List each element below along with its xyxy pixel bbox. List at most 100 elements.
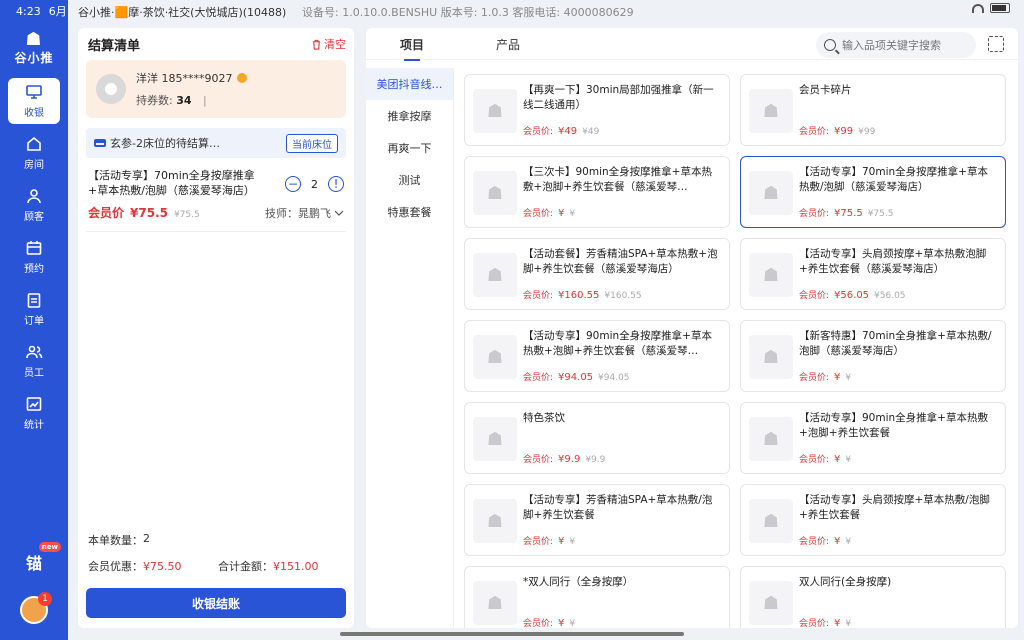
product-price: ¥	[834, 618, 841, 628]
nav-item-4[interactable]: 订单	[8, 286, 60, 332]
product-price: ¥94.05	[558, 372, 594, 383]
staff-icon	[26, 345, 43, 359]
member-price-label: 会员价:	[523, 127, 554, 137]
cart-item-name: 【活动专享】70min全身按摩推拿+草本热敷/泡脚（慈溪爱琴海店）	[88, 169, 255, 197]
nav-item-5[interactable]: 员工	[8, 338, 60, 384]
member-card[interactable]: 洋洋 185****9027 持券数: 34 |	[86, 60, 346, 118]
product-card[interactable]: ☗ 【活动专享】90min全身按摩推拿+草本热敷+泡脚+养生饮套餐（慈溪爱琴… 会员…	[464, 320, 730, 392]
product-name: 会员卡碎片	[799, 84, 852, 96]
product-card[interactable]: ☗ 特色茶饮 会员价: ¥9.9 ¥9.9	[464, 402, 730, 474]
product-card[interactable]: ☗ 【三次卡】90min全身按摩推拿+草本热敷+泡脚+养生饮套餐（慈溪爱琴… 会员价…	[464, 156, 730, 228]
promo-button[interactable]: 锚 new	[17, 542, 61, 576]
status-time: 4:23	[16, 4, 41, 18]
product-price: ¥	[558, 618, 565, 628]
product-original-price: ¥	[845, 537, 852, 547]
bed-icon	[94, 139, 106, 147]
product-card[interactable]: ☗ 【活动专享】90min全身推拿+草本热敷+泡脚+养生饮套餐 会员价: ¥ ¥	[740, 402, 1006, 474]
nav-item-label: 顾客	[24, 212, 44, 223]
increase-button[interactable]: !	[328, 176, 344, 192]
product-card[interactable]: ☗ 【再爽一下】30min局部加强推拿（新一线二线通用） 会员价: ¥49 ¥49	[464, 74, 730, 146]
category-item[interactable]: 特惠套餐	[366, 196, 453, 228]
current-bed-button[interactable]: 当前床位	[286, 133, 338, 153]
member-price-label: 会员价:	[799, 455, 830, 465]
product-placeholder-icon: ☗	[473, 171, 517, 215]
member-price-label: 会员价:	[799, 373, 830, 383]
product-original-price: ¥75.5	[867, 209, 894, 219]
status-bar: 4:23 6月 谷小推·🟧摩·茶饮·社交(大悦城店)(10488) 设备号: 1…	[0, 0, 1024, 22]
nav-item-3[interactable]: 预约	[8, 234, 60, 280]
nav-item-label: 预约	[24, 264, 44, 275]
product-price: ¥9.9	[558, 454, 581, 465]
product-placeholder-icon: ☗	[749, 171, 793, 215]
category-item[interactable]: 再爽一下	[366, 132, 453, 164]
device-info: 设备号: 1.0.10.0.BENSHU 版本号: 1.0.3 客服电话: 40…	[302, 6, 634, 19]
product-panel: 项目 产品 美团抖音线…推拿按摩再爽一下测试特惠套餐 ☗【再爽一下】30min局…	[366, 28, 1018, 628]
bed-text: 玄参-2床位的待结算…	[110, 137, 220, 150]
product-card[interactable]: ☗ 【新客特惠】70min全身推拿+草本热敷/泡脚（慈溪爱琴海店） 会员价: ¥ ¥	[740, 320, 1006, 392]
product-card[interactable]: ☗ 【活动专享】70min全身按摩推拿+草本热敷/泡脚（慈溪爱琴海店） 会员价: ¥…	[740, 156, 1006, 228]
nav-item-6[interactable]: 统计	[8, 390, 60, 436]
product-card[interactable]: ☗ *双人同行（全身按摩） 会员价: ¥ ¥	[464, 566, 730, 628]
product-original-price: ¥56.05	[874, 291, 906, 301]
logo-mark-icon: ☗	[25, 28, 43, 50]
nav-item-label: 收银	[24, 108, 44, 119]
product-price: ¥	[834, 454, 841, 465]
user-avatar[interactable]: 1	[20, 592, 52, 624]
cart-item: 【活动专享】70min全身按摩推拿+草本热敷/泡脚（慈溪爱琴海店） − 2 ! …	[88, 168, 344, 221]
product-placeholder-icon: ☗	[749, 581, 793, 625]
product-price: ¥	[558, 536, 565, 547]
checkout-pay-button[interactable]: 收银结账	[86, 588, 346, 618]
coupon-count: 34	[176, 94, 192, 107]
product-placeholder-icon: ☗	[473, 581, 517, 625]
category-item[interactable]: 美团抖音线…	[366, 68, 453, 100]
product-placeholder-icon: ☗	[473, 499, 517, 543]
member-price-label: 会员价:	[523, 455, 554, 465]
product-placeholder-icon: ☗	[749, 89, 793, 133]
decrease-button[interactable]: −	[285, 176, 301, 192]
product-price: ¥99	[834, 126, 854, 137]
house-icon	[27, 136, 41, 151]
calendar-icon	[26, 241, 42, 255]
category-item[interactable]: 测试	[366, 164, 453, 196]
nav-item-1[interactable]: 房间	[8, 130, 60, 176]
original-price: ¥75.5	[173, 210, 200, 220]
product-card[interactable]: ☗ 双人同行(全身按摩) 会员价: ¥ ¥	[740, 566, 1006, 628]
nav-item-0[interactable]: 收银	[8, 78, 60, 124]
product-header: 项目 产品	[366, 28, 1018, 61]
product-card[interactable]: ☗ 【活动专享】头肩颈按摩+草本热敷/泡脚+养生饮套餐 会员价: ¥ ¥	[740, 484, 1006, 556]
discount-label: 会员优惠：	[88, 560, 143, 573]
tab-goods[interactable]: 产品	[496, 36, 520, 53]
category-item[interactable]: 推拿按摩	[366, 100, 453, 132]
battery-icon	[990, 3, 1010, 13]
product-name: 【活动专享】头肩颈按摩+草本热敷泡脚+养生饮套餐（慈溪爱琴海店）	[799, 248, 987, 275]
search-input[interactable]	[842, 38, 962, 52]
clear-button[interactable]: 清空	[311, 36, 346, 52]
product-card[interactable]: ☗ 【活动专享】芳香精油SPA+草本热敷/泡脚+养生饮套餐 会员价: ¥ ¥	[464, 484, 730, 556]
product-grid: ☗ 【再爽一下】30min局部加强推拿（新一线二线通用） 会员价: ¥49 ¥49 ☗ 会…	[464, 74, 1008, 628]
sidebar-bottom: 锚 new 1	[0, 542, 68, 624]
store-name: 谷小推·🟧摩·茶饮·社交(大悦城店)(10488)	[78, 6, 287, 19]
product-original-price: ¥	[569, 537, 576, 547]
technician-select[interactable]: 技师：晁鹏飞	[265, 205, 344, 221]
product-price: ¥	[834, 536, 841, 547]
product-card[interactable]: ☗ 会员卡碎片 会员价: ¥99 ¥99	[740, 74, 1006, 146]
chart-icon	[26, 397, 42, 411]
member-price-label: 会员价:	[523, 537, 554, 547]
product-name: *双人同行（全身按摩）	[523, 576, 634, 588]
member-price-label: 会员价:	[523, 619, 554, 628]
total-value: ¥151.00	[273, 560, 319, 573]
quantity-stepper: − 2 !	[285, 170, 344, 198]
member-price: ¥75.5	[130, 206, 168, 220]
tab-items[interactable]: 项目	[400, 36, 424, 61]
product-original-price: ¥	[845, 619, 852, 628]
product-card[interactable]: ☗ 【活动专享】头肩颈按摩+草本热敷泡脚+养生饮套餐（慈溪爱琴海店） 会员价: ¥5…	[740, 238, 1006, 310]
product-original-price: ¥160.55	[604, 291, 642, 301]
checkout-summary: 本单数量： 2 会员优惠：¥75.50 合计金额：¥151.00	[78, 522, 354, 574]
product-card[interactable]: ☗ 【活动套餐】芳香精油SPA+草本热敷+泡脚+养生饮套餐（慈溪爱琴海店） 会员价:…	[464, 238, 730, 310]
wifi-icon	[972, 3, 984, 13]
nav-item-2[interactable]: 顾客	[8, 182, 60, 228]
scan-icon[interactable]	[988, 36, 1004, 52]
clear-label: 清空	[324, 38, 346, 51]
product-placeholder-icon: ☗	[473, 417, 517, 461]
product-price: ¥	[558, 208, 565, 219]
